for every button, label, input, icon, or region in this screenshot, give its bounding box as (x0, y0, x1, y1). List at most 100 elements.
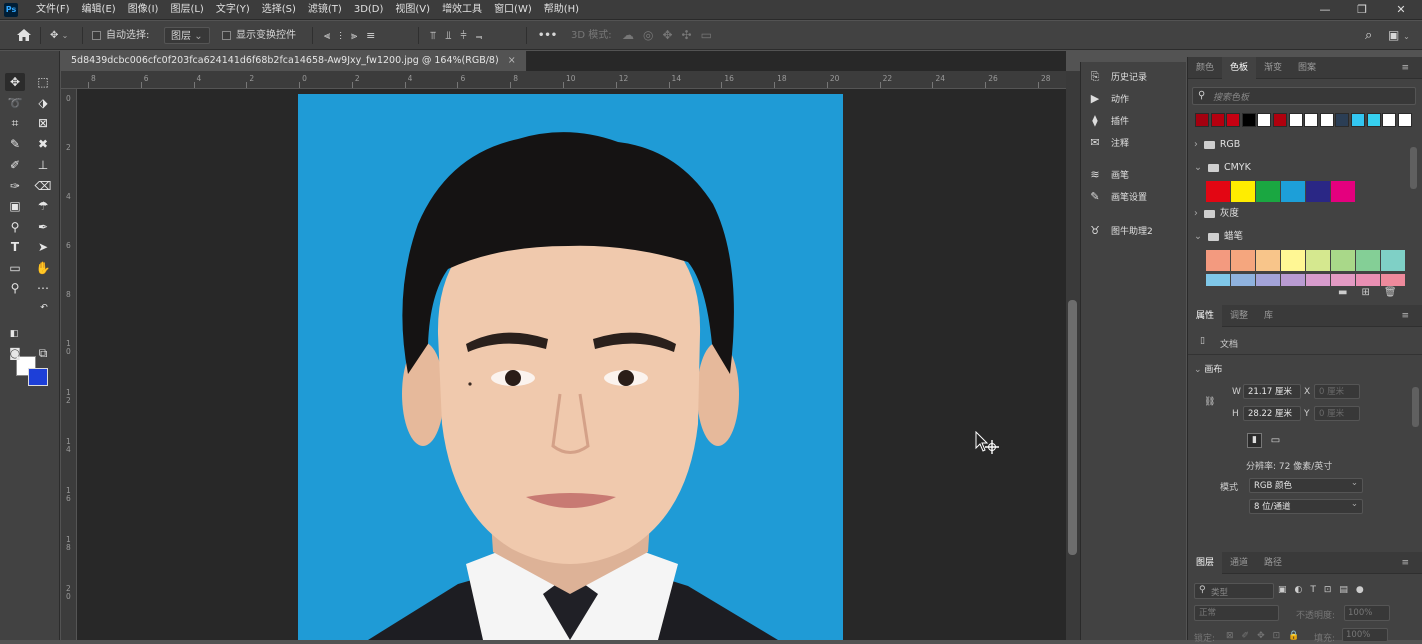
close-tab-icon[interactable]: × (508, 55, 516, 66)
document-tab[interactable]: 5d8439dcbc006cfc0f203fca624141d6f68b2fca… (61, 51, 527, 71)
y-field[interactable]: 0 厘米 (1314, 406, 1360, 421)
close-button[interactable]: ✕ (1386, 0, 1416, 20)
quick-mask-icon[interactable]: ◙ (5, 344, 25, 362)
color-swatch[interactable] (1273, 113, 1287, 127)
tab-swatches[interactable]: 色板 (1222, 57, 1257, 79)
lasso-tool-icon[interactable]: ➰ (5, 94, 25, 112)
color-swatch[interactable] (1331, 250, 1355, 271)
menu-type[interactable]: 文字(Y) (210, 0, 256, 20)
color-swatch[interactable] (1256, 250, 1280, 271)
gradient-tool-icon[interactable]: ▣ (5, 197, 25, 215)
recent-swatches[interactable] (1195, 113, 1415, 128)
color-swatch[interactable] (1226, 113, 1241, 127)
color-swatch[interactable] (1351, 113, 1365, 127)
opacity-field[interactable]: 100% (1344, 605, 1390, 621)
menu-window[interactable]: 窗口(W) (488, 0, 538, 20)
color-swatch[interactable] (1331, 181, 1355, 202)
color-swatch[interactable] (1331, 274, 1355, 286)
tab-libraries[interactable]: 库 (1256, 305, 1281, 327)
layer-kind-filter[interactable]: ⚲ 类型 (1194, 583, 1274, 599)
color-swatch[interactable] (1382, 113, 1397, 127)
panel-menu-icon[interactable]: ≡ (1393, 57, 1417, 79)
color-mode-select[interactable]: RGB 颜色 (1249, 476, 1363, 493)
history-panel-button[interactable]: ⎘ 历史记录 (1087, 67, 1147, 87)
zoom-tool-icon[interactable]: ⚲ (5, 279, 25, 297)
panel-menu-icon[interactable]: ≡ (1393, 552, 1417, 574)
height-field[interactable]: 28.22 厘米 (1243, 406, 1301, 421)
color-swatch[interactable] (1206, 181, 1230, 202)
more-tools-icon[interactable]: ⋯ (33, 279, 53, 297)
workspace-icon[interactable]: ▣ ⌄ (1388, 21, 1410, 50)
blend-mode-select[interactable]: 正常 (1194, 605, 1279, 621)
tab-gradients[interactable]: 渐变 (1256, 57, 1290, 79)
tab-layers[interactable]: 图层 (1188, 552, 1223, 574)
brush-panel-button[interactable]: ≋ 画笔 (1087, 165, 1129, 185)
brush-settings-panel-button[interactable]: ✎ 画笔设置 (1087, 187, 1147, 207)
swap-colors-icon[interactable]: ↶ (38, 299, 50, 317)
color-swatch[interactable] (1356, 274, 1380, 286)
move-tool-icon[interactable]: ✥ ⌄ (50, 21, 68, 50)
color-swatch[interactable] (1257, 113, 1272, 127)
color-swatch[interactable] (1206, 250, 1230, 271)
color-swatch[interactable] (1397, 113, 1412, 127)
crop-tool-icon[interactable]: ⌗ (5, 114, 25, 132)
distribute-buttons[interactable]: ⫪⫫⫩⫬ (430, 21, 491, 50)
color-swatch[interactable] (1281, 181, 1305, 202)
shape-tool-icon[interactable]: ▭ (5, 259, 25, 277)
menu-select[interactable]: 选择(S) (256, 0, 302, 20)
color-swatch[interactable] (1231, 181, 1255, 202)
portrait-orientation-icon[interactable]: ▮ (1247, 433, 1262, 448)
color-swatch[interactable] (1231, 250, 1255, 271)
plugins-panel-button[interactable]: ⧫ 插件 (1087, 111, 1129, 131)
swatches-scrollbar[interactable] (1410, 147, 1417, 189)
more-options-button[interactable]: ••• (538, 21, 557, 50)
dodge-tool-icon[interactable]: ⚲ (5, 218, 25, 236)
landscape-orientation-icon[interactable]: ▭ (1268, 433, 1283, 448)
tab-paths[interactable]: 路径 (1256, 552, 1290, 574)
menu-3d[interactable]: 3D(D) (348, 0, 390, 20)
default-colors-icon[interactable]: ◧ (8, 325, 20, 343)
menu-view[interactable]: 视图(V) (389, 0, 436, 20)
stamp-tool-icon[interactable]: ⊥ (33, 156, 53, 174)
color-swatch[interactable] (1319, 113, 1334, 127)
menu-image[interactable]: 图像(I) (122, 0, 165, 20)
tab-properties[interactable]: 属性 (1188, 305, 1223, 327)
background-color-swatch[interactable] (28, 368, 48, 386)
hand-tool-icon[interactable]: ✋ (33, 259, 53, 277)
link-dimensions-icon[interactable]: ⛓ (1204, 397, 1215, 407)
layer-filter-icons[interactable]: ▣◐T⊡▤● (1278, 585, 1372, 595)
blur-tool-icon[interactable]: ☂ (33, 197, 53, 215)
layer-dropdown[interactable]: 图层 ⌄ (164, 21, 210, 50)
brush-tool-icon[interactable]: ✐ (5, 156, 25, 174)
bit-depth-select[interactable]: 8 位/通道 (1249, 497, 1363, 514)
swatch-group-gray[interactable]: › 灰度 (1194, 204, 1239, 224)
properties-scrollbar[interactable] (1412, 387, 1419, 427)
eraser-tool-icon[interactable]: ⌫ (33, 177, 53, 195)
color-swatch[interactable] (1281, 250, 1305, 271)
tab-adjustments[interactable]: 调整 (1222, 305, 1256, 327)
color-swatch[interactable] (1256, 181, 1280, 202)
color-swatch[interactable] (1304, 113, 1319, 127)
swatch-search-field[interactable]: ⚲ 搜索色板 (1192, 87, 1416, 105)
portrait-photo[interactable] (298, 94, 843, 640)
minimize-button[interactable]: — (1310, 0, 1340, 20)
search-icon[interactable]: ⌕ (1365, 21, 1372, 50)
color-swatch[interactable] (1306, 250, 1330, 271)
color-swatch[interactable] (1231, 274, 1255, 286)
swatch-group-cmyk[interactable]: ⌄ CMYK (1194, 158, 1251, 178)
swatch-actions[interactable]: ▬⊞🗑 (1338, 287, 1411, 298)
move-tool-icon[interactable]: ✥ (5, 73, 25, 91)
canvas-section[interactable]: ⌄ 画布 (1194, 362, 1222, 375)
panel-menu-icon[interactable]: ≡ (1393, 305, 1417, 327)
history-brush-tool-icon[interactable]: ✑ (5, 177, 25, 195)
tab-patterns[interactable]: 图案 (1290, 57, 1324, 79)
pen-tool-icon[interactable]: ✒ (33, 218, 53, 236)
menu-layer[interactable]: 图层(L) (164, 0, 209, 20)
align-buttons[interactable]: ⫷⫶⫸≡ (324, 21, 384, 50)
color-swatch[interactable] (1281, 274, 1305, 286)
actions-panel-button[interactable]: ▶ 动作 (1087, 89, 1129, 109)
notes-panel-button[interactable]: ✉ 注释 (1087, 133, 1129, 153)
color-swatch[interactable] (1381, 250, 1405, 271)
color-swatch[interactable] (1256, 274, 1280, 286)
menu-filter[interactable]: 滤镜(T) (302, 0, 348, 20)
